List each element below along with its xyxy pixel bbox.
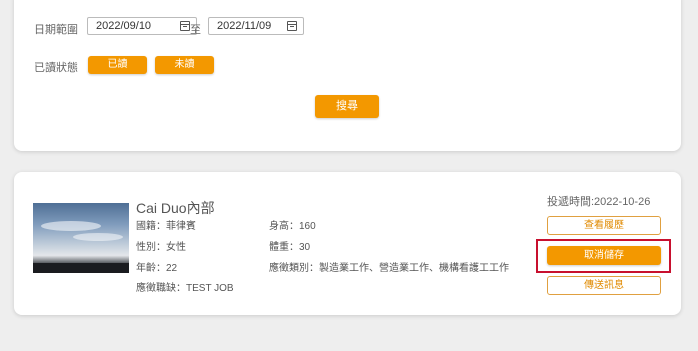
job-categories: 應徵類別：製造業工作、營造業工作、機構看護工工作	[269, 263, 509, 274]
read-button[interactable]: 已讀	[88, 56, 147, 74]
date-to-input[interactable]: 2022/11/09	[208, 17, 304, 35]
date-to-value: 2022/11/09	[217, 20, 272, 32]
job-position: 應徵職缺：TEST JOB	[136, 283, 234, 294]
age: 年齡：22	[136, 263, 178, 274]
date-from-value: 2022/09/10	[96, 20, 152, 32]
result-card: Cai Duo內部 國籍：菲律賓 性別：女性 年齡：22 應徵職缺：TEST J…	[14, 172, 681, 315]
date-separator: 至	[190, 24, 201, 36]
filter-card: 日期範圍 2022/09/10 至 2022/11/09 已讀狀態 已讀 未讀 …	[14, 0, 681, 151]
date-from-input[interactable]: 2022/09/10	[87, 17, 197, 35]
calendar-icon[interactable]	[287, 21, 297, 31]
gender: 性別：女性	[136, 242, 186, 253]
view-resume-button[interactable]: 查看履歷	[547, 216, 661, 235]
weight: 體重：30	[269, 242, 311, 253]
nationality: 國籍：菲律賓	[136, 221, 196, 232]
read-status-label: 已讀狀態	[34, 62, 78, 74]
unread-button[interactable]: 未讀	[155, 56, 214, 74]
date-range-label: 日期範圍	[34, 24, 78, 36]
candidate-photo	[33, 203, 129, 273]
send-message-button[interactable]: 傳送訊息	[547, 276, 661, 295]
sent-time: 投遞時間:2022-10-26	[547, 196, 651, 208]
candidate-name[interactable]: Cai Duo內部	[136, 198, 215, 218]
search-button[interactable]: 搜尋	[315, 95, 379, 118]
highlight-frame	[536, 239, 671, 273]
height: 身高：160	[269, 221, 316, 232]
calendar-icon[interactable]	[180, 21, 190, 31]
